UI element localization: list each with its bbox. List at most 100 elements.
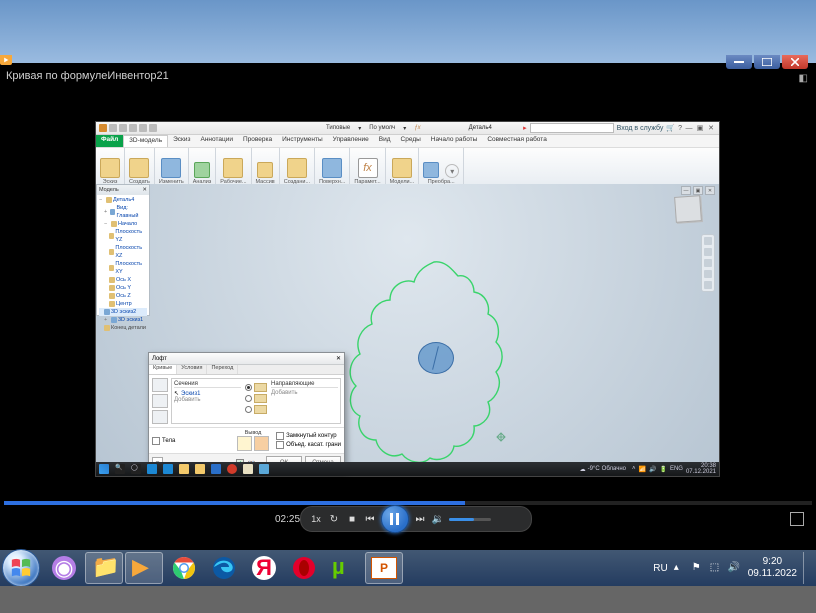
tab-file[interactable]: Файл (96, 135, 123, 147)
tab-collaborate[interactable]: Совместная работа (482, 135, 551, 147)
window-close-button[interactable] (782, 55, 808, 69)
next-button[interactable]: ⏭ (413, 512, 427, 526)
tab-get-started[interactable]: Начало работы (426, 135, 483, 147)
help-search-input[interactable] (530, 123, 614, 133)
tree-item[interactable]: 3D эскиз2 (111, 308, 136, 316)
merge-faces-checkbox[interactable] (276, 441, 284, 449)
tray-lang[interactable]: RU (653, 563, 667, 574)
taskbar-chrome[interactable] (165, 552, 203, 584)
loft-dialog[interactable]: Лофт ✕ Кривые Условия Переход (148, 352, 345, 472)
window-minimize-button[interactable] (726, 55, 752, 69)
dialog-close-icon[interactable]: ✕ (336, 355, 341, 362)
tree-item[interactable]: Плоскость XZ (115, 244, 147, 260)
play-pause-button[interactable] (381, 505, 409, 533)
tree-item[interactable]: Конец детали (111, 324, 146, 332)
output-surface-icon[interactable] (254, 436, 269, 451)
repeat-button[interactable]: ↻ (327, 512, 341, 526)
taskbar-opera[interactable] (285, 552, 323, 584)
tray-chevron-icon[interactable]: ▴ (674, 562, 686, 574)
plane-icon[interactable] (223, 158, 243, 178)
quick-access-toolbar[interactable] (96, 124, 157, 132)
tab-manage[interactable]: Управление (328, 135, 374, 147)
nav-home-icon[interactable] (704, 237, 712, 245)
seek-bar[interactable] (4, 501, 812, 505)
dialog-tab-curves[interactable]: Кривые (149, 365, 177, 374)
rails-mode-centerline[interactable] (245, 394, 267, 403)
inner-tray-lang[interactable]: ENG (670, 466, 683, 472)
navigation-bar[interactable] (701, 234, 715, 292)
tab-annotate[interactable]: Аннотации (195, 135, 238, 147)
rails-mode-area[interactable] (245, 405, 267, 414)
browser-close-icon[interactable]: ✕ (142, 187, 147, 193)
tray-clock[interactable]: 9:20 09.11.2022 (748, 556, 797, 580)
inner-opera-icon[interactable] (227, 464, 237, 474)
derive-icon[interactable] (392, 158, 412, 178)
pattern-icon[interactable] (257, 162, 273, 178)
tree-item[interactable]: Ось Y (116, 284, 131, 292)
dialog-tab-conditions[interactable]: Условия (177, 365, 207, 374)
tree-item[interactable]: Ось Z (116, 292, 131, 300)
viewcube[interactable] (674, 195, 702, 223)
sketch-2d-icon[interactable] (100, 158, 120, 178)
help-icon[interactable]: ? (678, 125, 682, 132)
section-item[interactable]: Эскиз1 (181, 391, 200, 397)
mute-button[interactable]: 🔉 (431, 512, 445, 526)
freeform-icon[interactable] (287, 158, 307, 178)
qat-new-icon[interactable] (109, 124, 117, 132)
inner-mail-icon[interactable] (211, 464, 221, 474)
graphics-viewport[interactable]: — ▣ ✕ Модель✕ −Деталь4 +Вид: Главный −На… (96, 184, 719, 462)
inner-app-icon[interactable] (147, 464, 157, 474)
inner-tray-chevron-icon[interactable]: ˄ (632, 466, 636, 472)
show-desktop-button[interactable] (803, 552, 814, 584)
tray-network-icon[interactable]: ⬚ (710, 562, 722, 574)
inner-edge-icon[interactable] (163, 464, 173, 474)
tab-inspect[interactable]: Проверка (238, 135, 277, 147)
qat-redo-icon[interactable] (149, 124, 157, 132)
tree-item[interactable]: 3D эскиз1 (118, 316, 143, 324)
rails-add[interactable]: Добавить (271, 390, 338, 396)
player-layout-toggle-icon[interactable]: ◧ (799, 73, 808, 84)
tray-volume-icon[interactable]: 🔊 (728, 562, 740, 574)
tab-view[interactable]: Вид (374, 135, 396, 147)
doc-close-button[interactable]: ✕ (705, 186, 715, 195)
rails-mode-rails[interactable] (245, 383, 267, 392)
solids-checkbox[interactable] (152, 437, 160, 445)
taskbar-utorrent[interactable]: µ (325, 552, 363, 584)
select-arrow-icon[interactable]: ↖ (174, 390, 179, 397)
nav-orbit-icon[interactable] (704, 248, 712, 256)
tab-tools[interactable]: Инструменты (277, 135, 328, 147)
inner-weather[interactable]: ☁ -9°C Облачно (580, 466, 626, 473)
inner-app2-icon[interactable] (259, 464, 269, 474)
tab-environments[interactable]: Среды (396, 135, 426, 147)
qat-undo-icon[interactable] (139, 124, 147, 132)
qat-app-icon[interactable] (99, 124, 107, 132)
inner-tray-net-icon[interactable]: 📶 (639, 466, 646, 473)
tree-item[interactable]: Центр (116, 300, 132, 308)
extrude-icon[interactable] (129, 158, 149, 178)
taskbar-app-purple[interactable]: ◉ (45, 552, 83, 584)
surface-icon[interactable] (322, 158, 342, 178)
inner-store-icon[interactable] (195, 464, 205, 474)
loft-mode-solid-icon[interactable] (152, 378, 168, 392)
closed-loop-checkbox[interactable] (276, 432, 284, 440)
convert-icon[interactable] (423, 162, 439, 178)
inner-explorer-icon[interactable] (179, 464, 189, 474)
tab-3d-model[interactable]: 3D-модель (123, 135, 168, 147)
tray-flag-icon[interactable]: ⚑ (692, 562, 704, 574)
nav-pan-icon[interactable] (704, 259, 712, 267)
prev-button[interactable]: ⏮ (363, 512, 377, 526)
output-solid-icon[interactable] (237, 436, 252, 451)
inv-restore-button[interactable]: ▣ (696, 124, 704, 132)
inner-tray-batt-icon[interactable]: 🔋 (659, 466, 666, 473)
tree-item[interactable]: Плоскость XY (115, 260, 147, 276)
fullscreen-button[interactable] (790, 512, 804, 526)
start-button[interactable] (2, 549, 40, 587)
analysis-icon[interactable] (194, 162, 210, 178)
nav-zoom-icon[interactable] (704, 270, 712, 278)
taskbar-powerpoint[interactable]: P (365, 552, 403, 584)
tree-root[interactable]: Деталь4 (113, 196, 134, 204)
sections-add[interactable]: Добавить (174, 397, 241, 403)
model-browser[interactable]: Модель✕ −Деталь4 +Вид: Главный −Начало П… (96, 184, 150, 316)
inv-close-button[interactable]: ✕ (707, 124, 715, 132)
taskbar-media-player[interactable]: ▶ (125, 552, 163, 584)
